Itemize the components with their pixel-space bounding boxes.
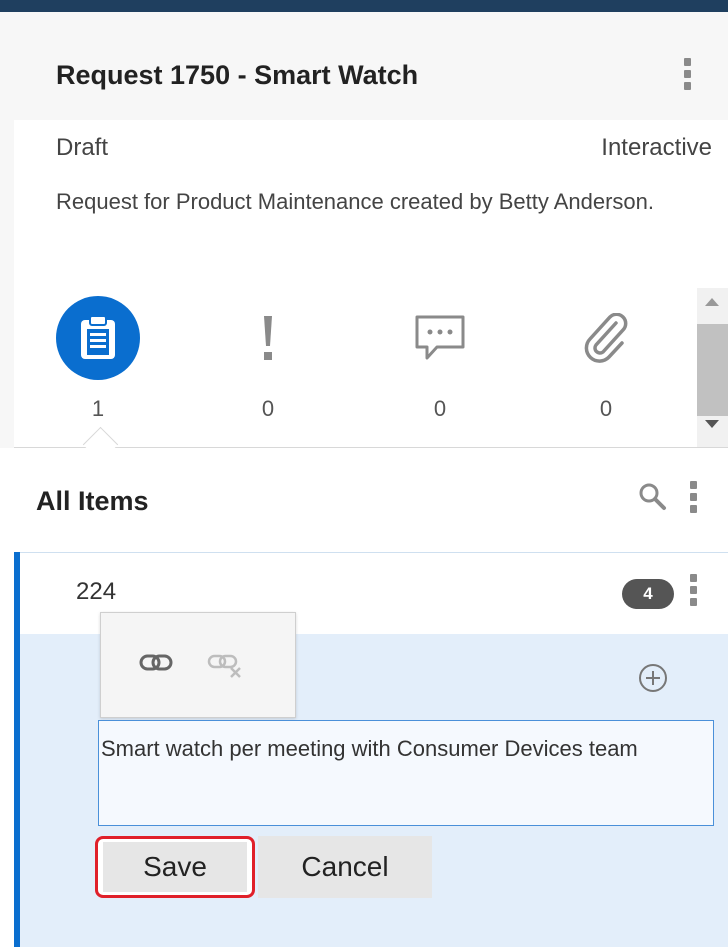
tabs-scrollbar[interactable] — [697, 288, 728, 448]
status-label: Draft — [56, 134, 109, 161]
save-button-label: Save — [103, 842, 247, 892]
item-number: 224 — [76, 578, 117, 605]
comment-icon — [415, 315, 465, 360]
paperclip-icon — [584, 313, 628, 363]
tab-issues[interactable] — [226, 296, 310, 380]
tab-items-count: 1 — [91, 396, 105, 421]
item-count-badge: 4 — [622, 579, 674, 609]
clipboard-icon — [56, 296, 140, 380]
selected-item-indicator — [14, 552, 20, 947]
link-icon[interactable] — [139, 653, 173, 673]
page-title: Request 1750 - Smart Watch — [56, 60, 419, 90]
top-bar — [0, 0, 728, 12]
scroll-up-arrow-icon[interactable] — [705, 298, 719, 306]
exclamation-icon — [264, 316, 272, 360]
list-more-menu-icon[interactable] — [690, 481, 698, 517]
header-more-menu-icon[interactable] — [684, 58, 692, 94]
add-circle-icon[interactable] — [639, 664, 667, 692]
tab-issues-count: 0 — [261, 396, 275, 421]
search-icon[interactable] — [638, 482, 668, 512]
header-divider — [14, 447, 728, 448]
request-description: Request for Product Maintenance created … — [56, 189, 655, 214]
cancel-button[interactable]: Cancel — [258, 836, 432, 898]
item-more-menu-icon[interactable] — [690, 574, 698, 610]
item-description-input[interactable]: Smart watch per meeting with Consumer De… — [98, 720, 714, 826]
scroll-down-arrow-icon[interactable] — [705, 420, 719, 428]
tab-comments-count: 0 — [433, 396, 447, 421]
mode-label: Interactive — [601, 134, 712, 161]
link-toolbar-popup — [100, 612, 296, 718]
tab-items[interactable] — [56, 296, 140, 380]
scroll-thumb[interactable] — [697, 324, 728, 416]
save-button[interactable]: Save — [95, 836, 255, 898]
tab-attachments-count: 0 — [599, 396, 613, 421]
list-title: All Items — [36, 486, 149, 516]
tab-comments[interactable] — [398, 296, 482, 380]
tab-attachments[interactable] — [564, 296, 648, 380]
unlink-icon[interactable] — [207, 653, 243, 679]
